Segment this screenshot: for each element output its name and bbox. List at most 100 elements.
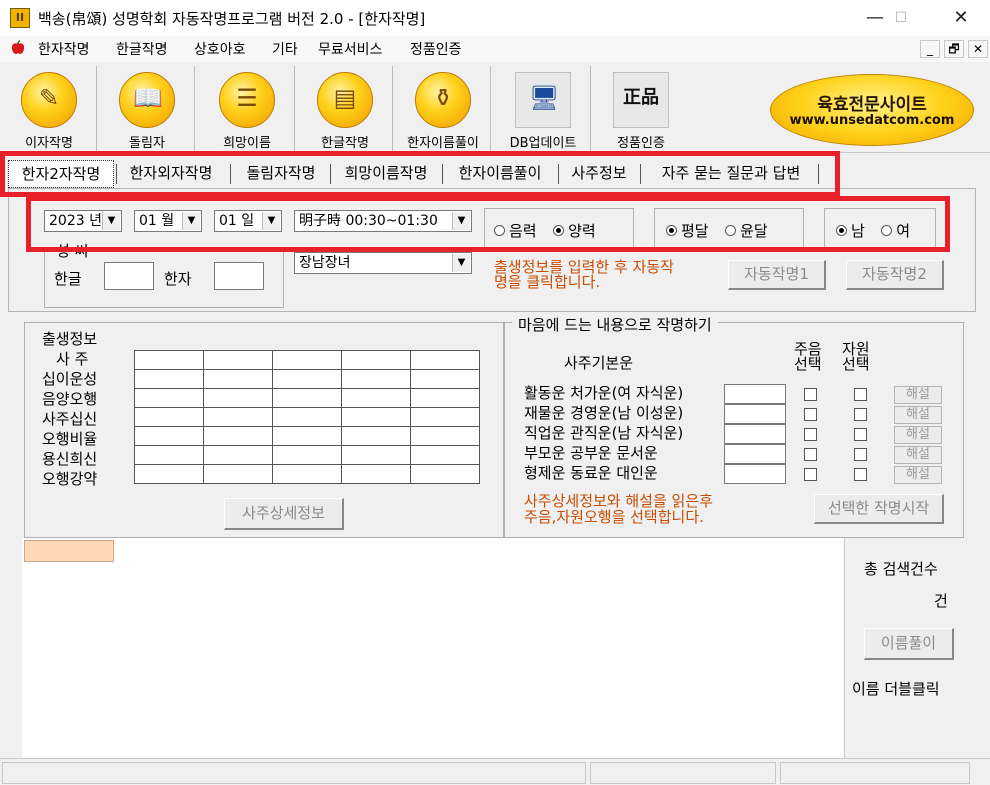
apple-icon	[11, 40, 25, 54]
explain-button[interactable]: 해설	[894, 406, 942, 424]
menu-hanja[interactable]: 한자작명	[38, 39, 90, 59]
saju-label-yongsin: 용신희신	[42, 450, 98, 468]
tab-hanja2[interactable]: 한자2자작명	[8, 160, 114, 188]
pick-group-label: 마음에 드는 내용으로 작명하기	[512, 314, 718, 335]
tool-name-analysis-button[interactable]: ⚱ 한자이름풀이	[396, 66, 491, 152]
tool-genuine-button[interactable]: 正品 정품인증	[594, 66, 688, 152]
tab-name-analysis[interactable]: 한자이름풀이	[446, 160, 554, 186]
female-radio[interactable]	[881, 225, 893, 236]
resource-checkbox[interactable]	[854, 428, 867, 441]
pick-row-label: 형제운 동료운 대인운	[524, 464, 658, 482]
pick-value-box[interactable]	[724, 404, 786, 424]
gender-radios: 남 여	[836, 220, 922, 241]
pick-hint-line1: 사주상세정보와 해설을 읽은후	[524, 492, 713, 510]
maximize-button[interactable]: ☐	[878, 0, 924, 36]
table-row	[134, 369, 480, 389]
tool-hangul-button[interactable]: ▤ 한글작명	[298, 66, 393, 152]
lunar-radio[interactable]	[494, 225, 505, 236]
tool-hope-name-button[interactable]: ☰ 희망이름	[200, 66, 295, 152]
saju-label-12: 십이운성	[42, 370, 98, 388]
books-stack-icon: ☰	[236, 84, 258, 112]
table-row	[134, 388, 480, 408]
solar-radio[interactable]	[553, 225, 565, 236]
pick-hint-line2: 주음,자원오행을 선택합니다.	[524, 508, 704, 526]
resource-checkbox[interactable]	[854, 388, 867, 401]
sound-checkbox[interactable]	[804, 388, 817, 401]
table-row	[134, 350, 480, 370]
tool-db-update-button[interactable]: 🖥 DB업데이트	[496, 66, 591, 152]
resource-checkbox[interactable]	[854, 468, 867, 481]
sibling-order-select[interactable]: 장남장녀 ▼	[294, 252, 472, 274]
pick-header: 사주기본운	[564, 354, 634, 372]
year-select[interactable]: 2023 년 ▼	[44, 210, 122, 232]
sound-checkbox[interactable]	[804, 448, 817, 461]
leap-month-radio[interactable]	[725, 225, 737, 236]
sound-checkbox[interactable]	[804, 428, 817, 441]
pick-row-label: 직업운 관직운(남 자식운)	[524, 424, 684, 442]
brand-url: www.unsedatcom.com	[789, 113, 955, 128]
pick-value-box[interactable]	[724, 444, 786, 464]
mdi-close-button[interactable]: ✕	[968, 40, 988, 58]
normal-month-radio[interactable]	[666, 225, 677, 236]
tab-saju-info[interactable]: 사주정보	[562, 160, 636, 186]
tab-dollimja[interactable]: 돌림자작명	[236, 160, 326, 186]
saju-label-yinyang: 음양오행	[42, 390, 98, 408]
saju-label-strength: 오행강약	[42, 470, 98, 488]
tab-hope-name[interactable]: 희망이름작명	[334, 160, 438, 186]
auto-name2-button[interactable]: 자동작명2	[846, 260, 944, 290]
birth-time-select[interactable]: 明子時 00:30~01:30 ▼	[294, 210, 472, 232]
pick-row-label: 활동운 처가운(여 자식운)	[524, 384, 684, 402]
tab-hanja-single[interactable]: 한자외자작명	[118, 160, 224, 186]
hanja-surname-input[interactable]	[214, 262, 264, 290]
menu-genuine[interactable]: 정품인증	[410, 39, 462, 59]
menu-free-service[interactable]: 무료서비스	[318, 39, 382, 59]
status-cell	[590, 762, 776, 784]
chevron-down-icon: ▼	[262, 212, 280, 230]
mdi-restore-button[interactable]: 🗗	[944, 40, 964, 58]
pick-value-box[interactable]	[724, 384, 786, 404]
close-button[interactable]: ✕	[938, 0, 984, 36]
tool-ija-button[interactable]: ✎ 이자작명	[2, 66, 97, 152]
pick-row-label: 재물운 경영운(남 이성운)	[524, 404, 684, 422]
dblclick-hint: 이름 더블클릭	[852, 680, 940, 698]
status-cell	[2, 762, 586, 784]
name-analysis-button[interactable]: 이름풀이	[864, 628, 954, 660]
chevron-down-icon: ▼	[452, 254, 470, 272]
sound-checkbox[interactable]	[804, 468, 817, 481]
saju-detail-button[interactable]: 사주상세정보	[224, 498, 344, 530]
mdi-minimize-button[interactable]: _	[920, 40, 940, 58]
resource-checkbox[interactable]	[854, 408, 867, 421]
brush-paper-icon: ✎	[38, 84, 60, 112]
month-select[interactable]: 01 월 ▼	[134, 210, 202, 232]
tab-faq[interactable]: 자주 묻는 질문과 답변	[646, 160, 816, 186]
chevron-down-icon: ▼	[452, 212, 470, 230]
saju-label-ratio: 오행비율	[42, 430, 98, 448]
result-list[interactable]	[22, 538, 844, 758]
male-radio[interactable]	[836, 225, 847, 236]
explain-button[interactable]: 해설	[894, 386, 942, 404]
hanja-label: 한자	[164, 270, 192, 288]
chevron-down-icon: ▼	[182, 212, 200, 230]
explain-button[interactable]: 해설	[894, 446, 942, 464]
menu-etc[interactable]: 기타	[272, 39, 298, 59]
explain-button[interactable]: 해설	[894, 466, 942, 484]
auto-name1-button[interactable]: 자동작명1	[728, 260, 826, 290]
saju-grid	[134, 350, 480, 484]
menu-hangul[interactable]: 한글작명	[116, 39, 168, 59]
brand-title: 육효전문사이트	[817, 95, 927, 115]
tool-dollimja-button[interactable]: 📖 돌림자	[100, 66, 195, 152]
count-unit: 건	[934, 592, 948, 610]
start-naming-button[interactable]: 선택한 작명시작	[814, 494, 944, 524]
table-row	[134, 426, 480, 446]
hangul-surname-input[interactable]	[104, 262, 154, 290]
sound-checkbox[interactable]	[804, 408, 817, 421]
menu-sangho[interactable]: 상호아호	[194, 39, 246, 59]
day-select[interactable]: 01 일 ▼	[214, 210, 282, 232]
auto-hint-line2: 명을 클릭합니다.	[494, 273, 601, 291]
pick-value-box[interactable]	[724, 464, 786, 484]
notebook-icon: ▤	[333, 84, 357, 112]
resource-checkbox[interactable]	[854, 448, 867, 461]
table-row	[134, 445, 480, 465]
pick-value-box[interactable]	[724, 424, 786, 444]
explain-button[interactable]: 해설	[894, 426, 942, 444]
